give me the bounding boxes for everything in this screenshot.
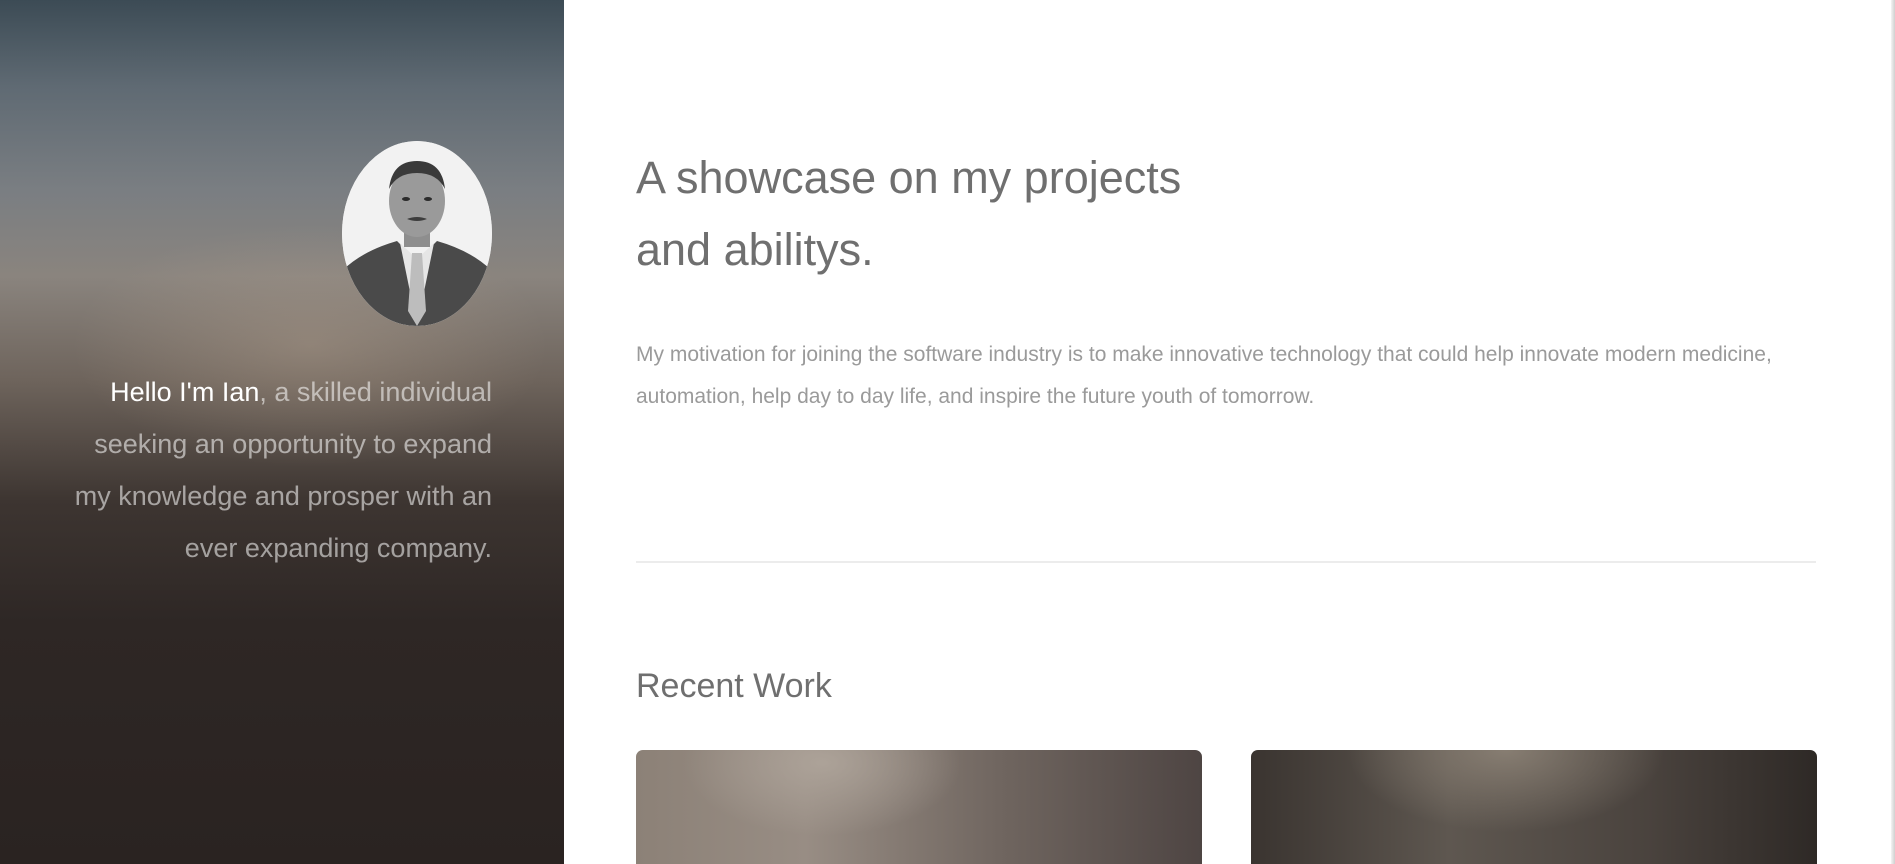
headline-line-2: and abilitys. [636, 224, 874, 275]
motivation-paragraph: My motivation for joining the software i… [636, 343, 1772, 408]
recent-work-title: Recent Work [636, 667, 832, 705]
intro-greeting: Hello I'm Ian [110, 377, 260, 407]
headline-line-1: A showcase on my projects [636, 152, 1182, 203]
avatar [342, 141, 492, 326]
page: Hello I'm Ian, a skilled individual seek… [0, 0, 1895, 864]
section-divider [636, 561, 1816, 563]
main-content: A showcase on my projects and abilitys. … [564, 0, 1895, 864]
sidebar-header: Hello I'm Ian, a skilled individual seek… [0, 0, 564, 864]
page-scrollbar[interactable] [1891, 0, 1895, 864]
avatar-portrait-image [342, 141, 492, 326]
recent-work-item-2[interactable] [1251, 750, 1817, 864]
recent-work-item-1[interactable] [636, 750, 1202, 864]
page-headline: A showcase on my projects and abilitys. [636, 142, 1336, 286]
intro-text: Hello I'm Ian, a skilled individual seek… [62, 366, 492, 574]
